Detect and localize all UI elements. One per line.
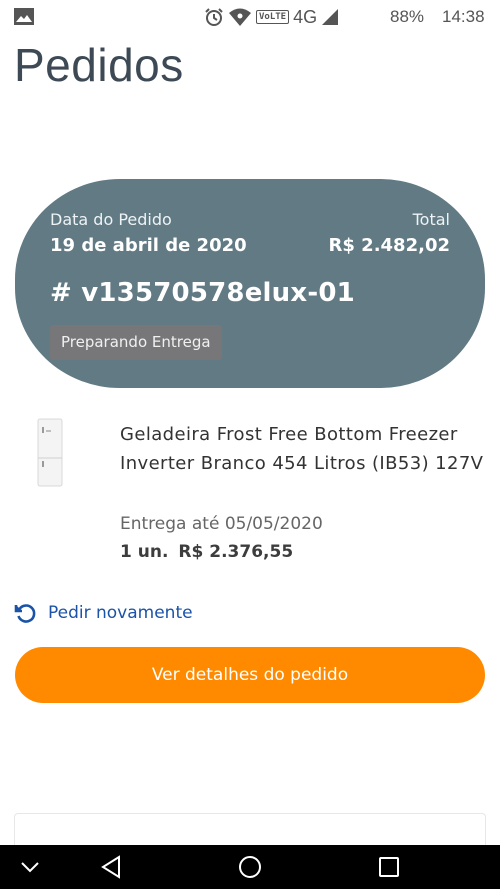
alarm-icon xyxy=(205,8,223,26)
page-title: Pedidos xyxy=(14,39,184,91)
clock: 14:38 xyxy=(442,7,485,26)
volte-indicator: VoLTE xyxy=(256,10,290,24)
system-icons: VoLTE 4G xyxy=(204,6,339,28)
product-quantity: 1 un. xyxy=(120,542,169,562)
order-date-label: Data do Pedido xyxy=(50,210,172,229)
nav-collapse-icon xyxy=(21,862,39,873)
nav-home-button[interactable] xyxy=(234,845,266,889)
order-card: Data do Pedido 19 de abril de 2020 Total… xyxy=(15,179,485,388)
nav-recents-icon xyxy=(379,857,399,877)
order-details-button[interactable]: Ver detalhes do pedido xyxy=(15,647,485,703)
status-bar: VoLTE 4G 88% 14:38 xyxy=(0,0,500,34)
wifi-icon xyxy=(229,8,251,26)
reorder-icon xyxy=(14,604,36,623)
product-thumbnail xyxy=(37,418,63,487)
product-item: Geladeira Frost Free Bottom Freezer Inve… xyxy=(0,412,500,572)
battery-level: 88% xyxy=(390,7,425,26)
nav-collapse-button[interactable] xyxy=(14,845,46,889)
gallery-icon xyxy=(14,8,34,25)
delivery-estimate: Entrega até 05/05/2020 xyxy=(120,514,323,534)
nav-recents-button[interactable] xyxy=(373,845,405,889)
order-total: R$ 2.482,02 xyxy=(328,235,450,256)
navigation-bar xyxy=(0,845,500,889)
nav-home-icon xyxy=(239,856,261,878)
order-date: 19 de abril de 2020 xyxy=(50,235,247,256)
reorder-label: Pedir novamente xyxy=(48,603,193,623)
nav-back-icon xyxy=(101,855,120,879)
order-id: # v13570578elux-01 xyxy=(50,278,355,308)
signal-icon xyxy=(322,9,339,25)
nav-back-button[interactable] xyxy=(95,845,127,889)
reorder-link[interactable]: Pedir novamente xyxy=(14,599,193,627)
status-badge: Preparando Entrega xyxy=(50,325,222,360)
product-name[interactable]: Geladeira Frost Free Bottom Freezer Inve… xyxy=(120,420,485,478)
product-price: R$ 2.376,55 xyxy=(178,542,294,562)
network-type: 4G xyxy=(293,7,318,27)
quantity-price: 1 un. R$ 2.376,55 xyxy=(120,542,303,562)
order-total-label: Total xyxy=(412,210,450,229)
